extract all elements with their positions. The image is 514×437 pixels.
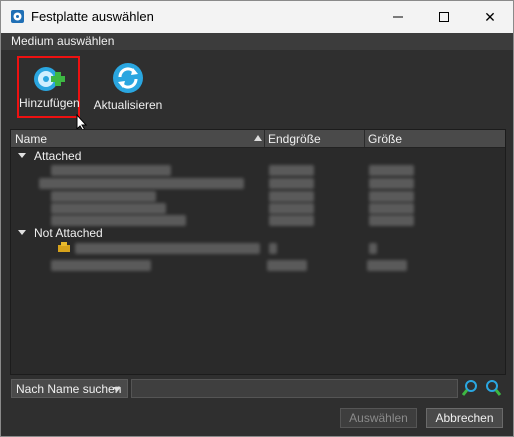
table-header: Name Endgröße Größe [11, 130, 505, 148]
column-divider [364, 130, 365, 147]
refresh-icon [113, 63, 143, 93]
column-divider [264, 130, 265, 147]
redacted-size [369, 178, 414, 189]
close-icon: ✕ [484, 8, 496, 25]
search-mode-label: Nach Name suchen [16, 382, 122, 396]
maximize-button[interactable] [421, 1, 467, 33]
redacted-size [269, 191, 314, 202]
select-button[interactable]: Auswählen [340, 408, 417, 428]
group-label: Not Attached [34, 226, 103, 240]
redacted-size [369, 243, 377, 254]
group-label: Attached [34, 149, 82, 163]
expand-icon [18, 153, 26, 158]
refresh-button-label: Aktualisieren [93, 98, 163, 112]
search-bar: Nach Name suchen [10, 378, 504, 400]
redacted-size [269, 165, 314, 176]
redacted-name [75, 243, 260, 254]
dialog-window: Festplatte auswählen ✕ Medium auswählen … [0, 0, 514, 437]
redacted-size [369, 165, 414, 176]
cancel-button[interactable]: Abbrechen [426, 408, 503, 428]
warning-disk-icon [58, 242, 70, 252]
redacted-size [269, 243, 277, 254]
redacted-size [369, 203, 414, 214]
chevron-down-icon [113, 387, 121, 392]
search-next-icon[interactable] [484, 379, 502, 397]
column-final-size[interactable]: Endgröße [268, 132, 321, 146]
search-input[interactable] [131, 379, 458, 398]
sort-up-icon [254, 135, 262, 141]
minimize-icon [393, 16, 403, 18]
redacted-size [269, 178, 314, 189]
title-bar[interactable]: Festplatte auswählen ✕ [1, 1, 513, 33]
add-button[interactable]: Hinzufügen [17, 56, 80, 118]
close-button[interactable]: ✕ [467, 1, 513, 33]
refresh-button[interactable]: Aktualisieren [93, 56, 163, 118]
redacted-name [39, 178, 244, 189]
add-button-label: Hinzufügen [19, 96, 80, 110]
redacted-size [269, 203, 314, 214]
add-disk-icon [33, 67, 65, 91]
expand-icon [18, 230, 26, 235]
app-icon [11, 10, 24, 23]
medium-table[interactable]: Name Endgröße Größe Attached Not Attache… [10, 129, 506, 375]
redacted-name [51, 260, 151, 271]
redacted-size [369, 191, 414, 202]
redacted-name [51, 191, 156, 202]
search-mode-select[interactable]: Nach Name suchen [11, 379, 128, 398]
group-not-attached[interactable]: Not Attached [11, 225, 505, 241]
column-name[interactable]: Name [15, 132, 47, 146]
redacted-size [367, 260, 407, 271]
maximize-icon [439, 12, 449, 22]
group-attached[interactable]: Attached [11, 148, 505, 164]
redacted-size [267, 260, 307, 271]
redacted-name [51, 165, 171, 176]
search-previous-icon[interactable] [461, 379, 479, 397]
window-title: Festplatte auswählen [31, 9, 154, 24]
menu-label: Medium auswählen [11, 34, 115, 48]
minimize-button[interactable] [375, 1, 421, 33]
redacted-name [51, 203, 166, 214]
column-size[interactable]: Größe [368, 132, 402, 146]
menu-bar: Medium auswählen [1, 33, 513, 50]
